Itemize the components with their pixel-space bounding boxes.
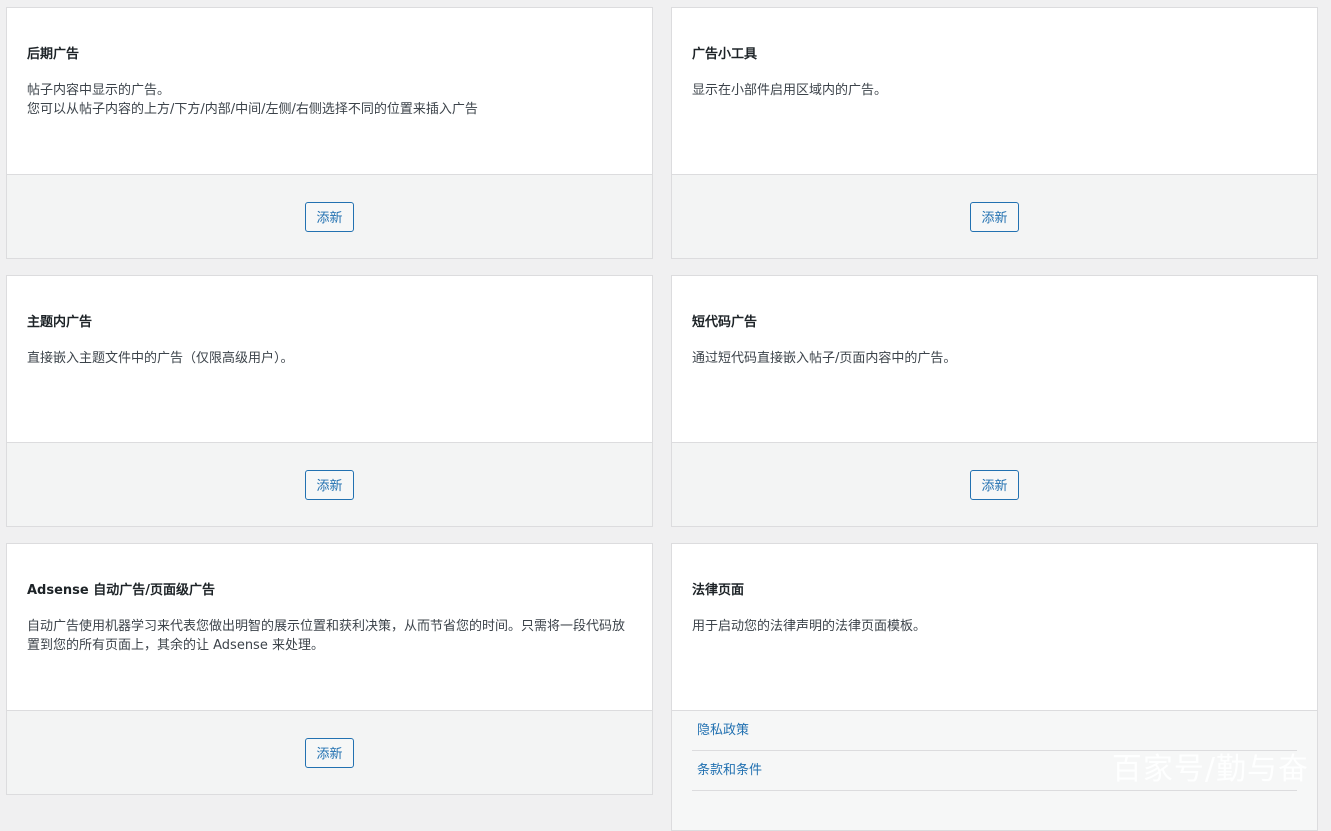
description-line: 自动广告使用机器学习来代表您做出明智的展示位置和获利决策，从而节省您的时间。只需… [27, 617, 632, 636]
card-body: Adsense 自动广告/页面级广告 自动广告使用机器学习来代表您做出明智的展示… [7, 544, 652, 710]
card-body: 广告小工具 显示在小部件启用区域内的广告。 [672, 8, 1317, 174]
card-widget-ads: 广告小工具 显示在小部件启用区域内的广告。 添新 [671, 7, 1318, 259]
description-line: 置到您的所有页面上，其余的让 Adsense 来处理。 [27, 636, 632, 655]
add-new-button[interactable]: 添新 [970, 470, 1018, 500]
privacy-policy-link[interactable]: 隐私政策 [692, 711, 1297, 751]
card-body: 主题内广告 直接嵌入主题文件中的广告（仅限高级用户）。 [7, 276, 652, 442]
description-line: 显示在小部件启用区域内的广告。 [692, 81, 1297, 100]
terms-conditions-link[interactable]: 条款和条件 [692, 751, 1297, 791]
card-title: Adsense 自动广告/页面级广告 [27, 582, 632, 600]
card-theme-ads: 主题内广告 直接嵌入主题文件中的广告（仅限高级用户）。 添新 [6, 275, 653, 527]
card-description: 显示在小部件启用区域内的广告。 [692, 81, 1297, 100]
card-adsense-auto-ads: Adsense 自动广告/页面级广告 自动广告使用机器学习来代表您做出明智的展示… [6, 543, 653, 795]
card-shortcode-ads: 短代码广告 通过短代码直接嵌入帖子/页面内容中的广告。 添新 [671, 275, 1318, 527]
card-title: 短代码广告 [692, 314, 1297, 332]
description-line: 直接嵌入主题文件中的广告（仅限高级用户）。 [27, 349, 632, 368]
card-footer: 添新 [672, 442, 1317, 526]
card-description: 自动广告使用机器学习来代表您做出明智的展示位置和获利决策，从而节省您的时间。只需… [27, 617, 632, 655]
card-footer: 添新 [672, 174, 1317, 258]
add-new-button[interactable]: 添新 [305, 202, 353, 232]
card-legal-pages: 法律页面 用于启动您的法律声明的法律页面模板。 隐私政策 条款和条件 [671, 543, 1318, 831]
card-description: 直接嵌入主题文件中的广告（仅限高级用户）。 [27, 349, 632, 368]
card-title: 法律页面 [692, 582, 1297, 600]
description-line: 您可以从帖子内容的上方/下方/内部/中间/左侧/右侧选择不同的位置来插入广告 [27, 100, 632, 119]
card-body: 后期广告 帖子内容中显示的广告。 您可以从帖子内容的上方/下方/内部/中间/左侧… [7, 8, 652, 174]
add-new-button[interactable]: 添新 [970, 202, 1018, 232]
description-line: 通过短代码直接嵌入帖子/页面内容中的广告。 [692, 349, 1297, 368]
card-title: 后期广告 [27, 46, 632, 64]
card-title: 主题内广告 [27, 314, 632, 332]
description-line: 用于启动您的法律声明的法律页面模板。 [692, 617, 1297, 636]
card-footer: 添新 [7, 174, 652, 258]
description-line: 帖子内容中显示的广告。 [27, 81, 632, 100]
card-post-ads: 后期广告 帖子内容中显示的广告。 您可以从帖子内容的上方/下方/内部/中间/左侧… [6, 7, 653, 259]
card-title: 广告小工具 [692, 46, 1297, 64]
add-new-button[interactable]: 添新 [305, 738, 353, 768]
card-description: 帖子内容中显示的广告。 您可以从帖子内容的上方/下方/内部/中间/左侧/右侧选择… [27, 81, 632, 119]
legal-links-list: 隐私政策 条款和条件 [672, 710, 1317, 830]
card-footer: 添新 [7, 710, 652, 794]
add-new-button[interactable]: 添新 [305, 470, 353, 500]
card-description: 通过短代码直接嵌入帖子/页面内容中的广告。 [692, 349, 1297, 368]
card-footer: 添新 [7, 442, 652, 526]
card-description: 用于启动您的法律声明的法律页面模板。 [692, 617, 1297, 636]
card-body: 短代码广告 通过短代码直接嵌入帖子/页面内容中的广告。 [672, 276, 1317, 442]
card-body: 法律页面 用于启动您的法律声明的法律页面模板。 [672, 544, 1317, 710]
